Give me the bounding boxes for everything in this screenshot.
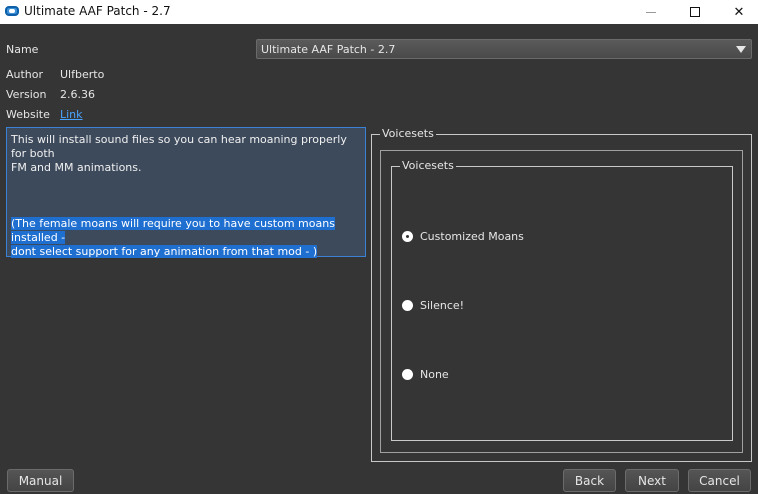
website-link[interactable]: Link <box>60 108 83 121</box>
radio-label: Silence! <box>420 299 465 312</box>
maximize-icon <box>690 7 700 17</box>
name-label: Name <box>6 43 39 56</box>
author-value: Ulfberto <box>60 68 105 81</box>
name-dropdown-value: Ultimate AAF Patch - 2.7 <box>261 43 396 56</box>
radio-icon <box>402 300 413 311</box>
minimize-icon <box>646 11 656 13</box>
radio-label: None <box>420 368 449 381</box>
radio-selected-icon <box>402 231 413 242</box>
description-highlight: (The female moans will require you to ha… <box>11 217 335 244</box>
close-icon: ✕ <box>733 4 745 20</box>
description-box[interactable]: This will install sound files so you can… <box>6 127 366 258</box>
description-line: This will install sound files so you can… <box>11 133 347 160</box>
window-title: Ultimate AAF Patch - 2.7 <box>24 4 171 18</box>
back-button[interactable]: Back <box>563 469 616 492</box>
radio-none[interactable]: None <box>402 368 449 381</box>
description-line: FM and MM animations. <box>11 161 142 174</box>
radio-silence[interactable]: Silence! <box>402 299 464 312</box>
name-dropdown[interactable]: Ultimate AAF Patch - 2.7 <box>256 39 752 59</box>
chevron-down-icon <box>736 46 746 53</box>
radio-icon <box>402 369 413 380</box>
cancel-button[interactable]: Cancel <box>688 469 751 492</box>
website-label: Website <box>6 108 50 121</box>
manual-button[interactable]: Manual <box>7 469 74 492</box>
app-icon <box>5 6 19 16</box>
voicesets-inner-title: Voicesets <box>400 159 456 173</box>
radio-customized-moans[interactable]: Customized Moans <box>402 230 524 243</box>
voicesets-outer-title: Voicesets <box>380 127 436 141</box>
radio-label: Customized Moans <box>420 230 524 243</box>
close-button[interactable]: ✕ <box>716 0 758 24</box>
version-value: 2.6.36 <box>60 88 95 101</box>
description-highlight: dont select support for any animation fr… <box>11 245 318 258</box>
version-label: Version <box>6 88 47 101</box>
maximize-button[interactable] <box>672 0 718 24</box>
title-bar: Ultimate AAF Patch - 2.7 ✕ <box>0 0 758 24</box>
minimize-button[interactable] <box>628 0 674 24</box>
next-button[interactable]: Next <box>625 469 679 492</box>
author-label: Author <box>6 68 44 81</box>
